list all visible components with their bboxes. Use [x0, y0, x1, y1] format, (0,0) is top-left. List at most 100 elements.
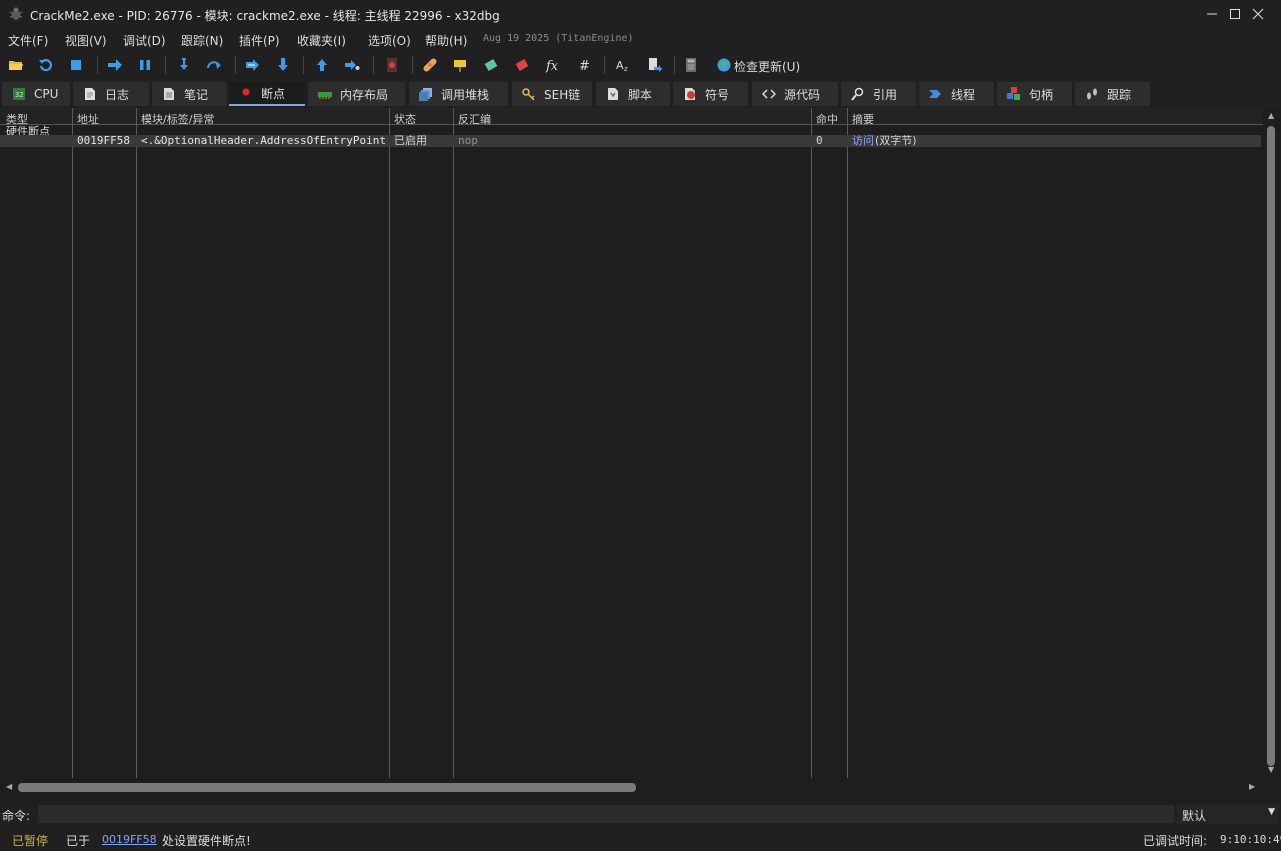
vertical-scroll-thumb[interactable] [1267, 126, 1275, 766]
calculator-button[interactable] [682, 56, 700, 74]
trace-into-button[interactable] [244, 56, 262, 74]
tab-threads[interactable]: 线程 [919, 82, 994, 106]
tab-label: 符号 [705, 87, 730, 102]
tab-call-stack[interactable]: 调用堆栈 [409, 82, 508, 106]
step-into-icon [180, 58, 188, 70]
find-pattern-button[interactable] [645, 56, 663, 74]
status-prefix: 已于 [66, 834, 91, 848]
toolbar-separator [235, 56, 236, 74]
status-address-link[interactable]: 0019FF58 [102, 833, 157, 846]
scroll-up-arrow-icon[interactable]: ▲ [1268, 111, 1274, 120]
menu-file[interactable]: 文件(F) [8, 32, 48, 49]
tab-breakpoints[interactable]: 断点 [229, 82, 305, 106]
tab-label: 笔记 [184, 87, 209, 102]
cell-disassembly[interactable]: nop [458, 135, 478, 147]
column-header-disassembly[interactable]: 反汇编 [458, 111, 491, 127]
column-header-hits[interactable]: 命中 [816, 111, 838, 127]
menu-help[interactable]: 帮助(H) [425, 32, 467, 49]
vertical-scrollbar[interactable]: ▲ ▼ [1263, 108, 1281, 778]
breakpoints-table[interactable]: 类型 地址 模块/标签/异常 状态 反汇编 命中 摘要 硬件断点 0019FF5… [0, 108, 1263, 778]
open-button[interactable] [7, 56, 25, 74]
tab-label: 日志 [105, 87, 130, 102]
cell-summary-access[interactable]: 访问 [852, 135, 874, 147]
horizontal-scrollbar[interactable]: ◀ ▶ [0, 778, 1263, 796]
pause-button[interactable] [136, 56, 154, 74]
run-button[interactable] [106, 56, 124, 74]
strings-button[interactable]: Az [614, 56, 632, 74]
debug-time-value: 9:10:10:49 [1220, 833, 1281, 846]
threads-arrows-icon [929, 87, 943, 101]
tab-script[interactable]: 脚本 [596, 82, 670, 106]
functions-button[interactable]: fx [544, 56, 562, 74]
run-to-user-code-button[interactable] [343, 56, 361, 74]
tab-source[interactable]: 源代码 [752, 82, 838, 106]
menu-plugins[interactable]: 插件(P) [239, 32, 280, 49]
tab-symbols[interactable]: 符号 [673, 82, 748, 106]
scroll-left-arrow-icon[interactable]: ◀ [6, 782, 12, 791]
script-document-icon [606, 87, 620, 101]
tab-memory-map[interactable]: 内存布局 [308, 82, 405, 106]
tab-log[interactable]: 日志 [73, 82, 149, 106]
step-into-button[interactable] [175, 56, 193, 74]
column-header-summary[interactable]: 摘要 [852, 111, 874, 127]
bookmark-tag-icon [515, 59, 529, 71]
cell-hits[interactable]: 0 [816, 135, 823, 147]
cell-module-label[interactable]: <.&OptionalHeader.AddressOfEntryPoint [141, 135, 388, 147]
scroll-down-arrow-icon[interactable]: ▼ [1268, 765, 1274, 774]
step-over-button[interactable] [205, 56, 223, 74]
bookmarks-button[interactable] [513, 56, 531, 74]
tab-trace[interactable]: 跟踪 [1075, 82, 1150, 106]
menu-favourites[interactable]: 收藏夹(I) [297, 32, 346, 49]
menu-trace[interactable]: 跟踪(N) [181, 32, 223, 49]
restart-button[interactable] [37, 56, 55, 74]
stack-layers-icon [419, 87, 433, 101]
comments-button[interactable] [451, 56, 469, 74]
cell-address[interactable]: 0019FF58 [77, 135, 130, 147]
menu-view[interactable]: 视图(V) [65, 32, 107, 49]
cell-state[interactable]: 已启用 [394, 135, 427, 147]
toolbar-separator [373, 56, 374, 74]
run-arrow-icon [108, 59, 122, 71]
labels-button[interactable] [482, 56, 500, 74]
tab-label: 内存布局 [340, 87, 389, 102]
command-mode-select[interactable]: 默认 ▼ [1177, 804, 1279, 824]
trace-over-button[interactable] [274, 56, 292, 74]
menu-debug[interactable]: 调试(D) [123, 32, 166, 49]
cell-summary-size[interactable]: (双字节) [875, 135, 917, 147]
horizontal-scroll-thumb[interactable] [18, 783, 636, 792]
command-mode-value: 默认 [1182, 809, 1207, 823]
check-update-label[interactable]: 检查更新(U) [734, 58, 800, 75]
debug-state-label: 已暂停 [12, 834, 49, 848]
variables-button[interactable]: # [576, 56, 594, 74]
tab-handles[interactable]: 句柄 [997, 82, 1072, 106]
patch-button[interactable] [421, 56, 439, 74]
scroll-right-arrow-icon[interactable]: ▶ [1249, 782, 1255, 791]
tab-label: 断点 [261, 86, 286, 101]
toolbar-separator [165, 56, 166, 74]
menu-bar: 文件(F) 视图(V) 调试(D) 跟踪(N) 插件(P) 收藏夹(I) 选项(… [0, 28, 1281, 50]
tab-seh-chain[interactable]: SEH链 [512, 82, 592, 106]
tab-notes[interactable]: 笔记 [152, 82, 227, 106]
stop-button[interactable] [67, 56, 85, 74]
menu-options[interactable]: 选项(O) [368, 32, 411, 49]
column-header-address[interactable]: 地址 [77, 111, 99, 127]
scylla-button[interactable] [383, 56, 401, 74]
column-header-module-label[interactable]: 模块/标签/异常 [141, 111, 214, 127]
check-update-button[interactable] [715, 56, 733, 74]
close-button[interactable] [1235, 0, 1281, 28]
svg-text:#: # [579, 59, 590, 73]
run-to-user-icon [345, 60, 360, 70]
tab-references[interactable]: 引用 [841, 82, 916, 106]
command-bar: 命令: 默认 ▼ [0, 803, 1281, 825]
status-message: 处设置硬件断点! [162, 834, 251, 848]
toolbar-separator [674, 56, 675, 74]
globe-update-icon [717, 58, 731, 72]
tab-cpu[interactable]: 32 CPU [2, 82, 70, 106]
column-header-state[interactable]: 状态 [394, 111, 416, 127]
execute-till-return-button[interactable] [313, 56, 331, 74]
return-up-icon [317, 59, 327, 71]
notes-document-icon [162, 87, 176, 101]
stop-icon [71, 60, 81, 70]
command-input[interactable] [38, 805, 1174, 823]
pause-icon [140, 60, 150, 70]
